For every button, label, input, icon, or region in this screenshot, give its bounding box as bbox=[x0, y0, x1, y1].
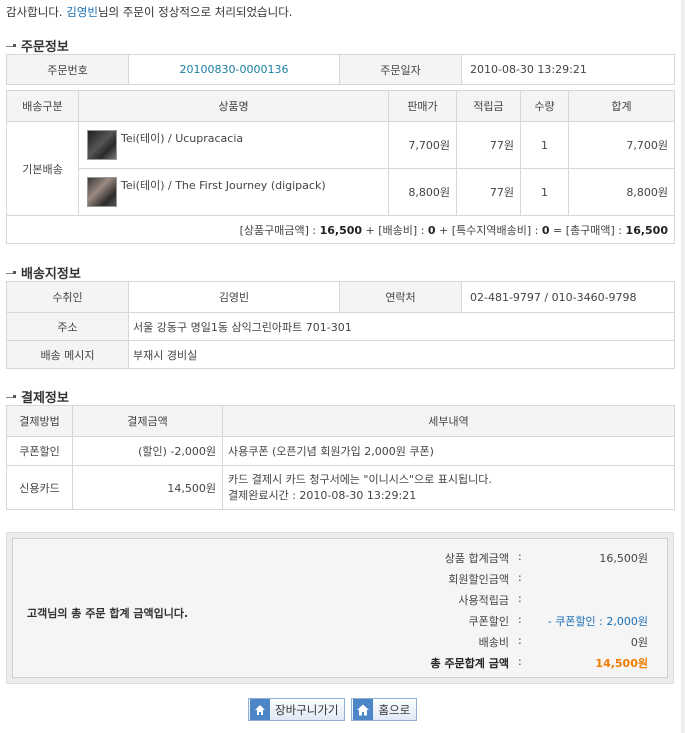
payment-info-table: 결제방법 결제금액 세부내역 쿠폰할인 (할인) -2,000원 사용쿠폰 (오… bbox=[6, 405, 675, 510]
total-value-shipping: 0원 bbox=[630, 636, 648, 649]
total-colon: : bbox=[518, 592, 522, 605]
customer-name: 김영빈 bbox=[66, 5, 98, 19]
section-bullet-icon bbox=[6, 268, 16, 277]
total-value-goods: 16,500원 bbox=[599, 552, 648, 565]
go-home-button[interactable]: 홈으로 bbox=[351, 698, 418, 721]
order-total-inner: 고객님의 총 주문 합계 금액입니다. 상품 합계금액 : 16,500원 회원… bbox=[12, 538, 668, 678]
pay-detail-line: 사용쿠폰 (오픈기념 회원가입 2,000원 쿠폰) bbox=[228, 445, 434, 458]
message-value: 부재시 경비실 bbox=[128, 340, 675, 369]
pay-header-detail: 세부내역 bbox=[222, 405, 675, 437]
product-price: 7,700원 bbox=[388, 121, 457, 169]
go-to-cart-button[interactable]: 장바구니가기 bbox=[248, 698, 346, 721]
table-row: Tei(테이) / The First Journey (digipack) 8… bbox=[7, 168, 675, 216]
pay-method: 쿠폰할인 bbox=[6, 436, 73, 466]
thanks-prefix: 감사합니다. bbox=[6, 5, 67, 19]
total-value-grand: 14,500원 bbox=[595, 657, 648, 670]
delivery-type: 기본배송 bbox=[6, 121, 79, 216]
product-name-link[interactable]: Tei(테이) / Ucupracacia bbox=[121, 130, 243, 146]
thanks-message: 감사합니다. 김영빈님의 주문이 정상적으로 처리되었습니다. bbox=[6, 4, 292, 20]
product-qty: 1 bbox=[520, 168, 569, 216]
order-total-box: 고객님의 총 주문 합계 금액입니다. 상품 합계금액 : 16,500원 회원… bbox=[6, 532, 674, 684]
order-info-title: 주문정보 bbox=[6, 36, 69, 55]
summary-goods-label: [상품구매금액] : bbox=[239, 223, 320, 237]
product-points: 77원 bbox=[456, 168, 521, 216]
order-date-label: 주문일자 bbox=[339, 54, 462, 85]
table-row: 신용카드 14,500원 카드 결제시 카드 청구서에는 "이니시스"으로 표시… bbox=[6, 465, 675, 510]
order-info-title-text: 주문정보 bbox=[21, 40, 69, 55]
col-header-delivery: 배송구분 bbox=[6, 90, 79, 122]
order-no-label: 주문번호 bbox=[6, 54, 129, 85]
pay-amount: 14,500원 bbox=[72, 465, 223, 510]
table-row: 기본배송 Tei(테이) / Ucupracacia 7,700원 77원 1 … bbox=[6, 121, 675, 216]
total-label-grand: 총 주문합계 금액 bbox=[430, 657, 510, 670]
summary-ship-label: + [배송비] : bbox=[362, 223, 428, 237]
pay-amount: (할인) -2,000원 bbox=[72, 436, 223, 466]
product-price: 8,800원 bbox=[388, 168, 457, 216]
product-thumbnail[interactable] bbox=[87, 177, 117, 207]
payment-info-title: 결제정보 bbox=[6, 387, 69, 406]
total-label-points: 사용적립금 bbox=[458, 594, 509, 607]
product-thumbnail[interactable] bbox=[87, 130, 117, 160]
product-qty: 1 bbox=[520, 121, 569, 169]
product-cell: Tei(테이) / Ucupracacia bbox=[78, 121, 389, 169]
col-header-total: 합계 bbox=[568, 90, 675, 122]
receiver-label: 수취인 bbox=[6, 281, 129, 313]
total-label-coupon: 쿠폰할인 bbox=[468, 615, 509, 628]
home-arrow-icon bbox=[250, 699, 270, 720]
col-header-points: 적립금 bbox=[456, 90, 521, 122]
shipping-info-table: 수취인 김영빈 연락처 02-481-9797 / 010-3460-9798 … bbox=[6, 281, 675, 369]
order-info-table: 주문번호 20100830-0000136 주문일자 2010-08-30 13… bbox=[6, 54, 675, 85]
pay-header-amount: 결제금액 bbox=[72, 405, 223, 437]
pay-complete-time: 결제완료시간 : 2010-08-30 13:29:21 bbox=[228, 488, 417, 502]
order-no-value[interactable]: 20100830-0000136 bbox=[128, 54, 340, 85]
total-label-member-discount: 회원할인금액 bbox=[448, 573, 509, 586]
address-value: 서울 강동구 명일1동 삼익그린아파트 701-301 bbox=[128, 312, 675, 341]
product-total: 7,700원 bbox=[568, 121, 675, 169]
total-colon: : bbox=[518, 571, 522, 584]
col-header-qty: 수량 bbox=[520, 90, 569, 122]
summary-special-label: + [특수지역배송비] : bbox=[435, 223, 542, 237]
address-label: 주소 bbox=[6, 312, 129, 341]
summary-total-label: = [총구매액] : bbox=[549, 223, 626, 237]
table-row: 쿠폰할인 (할인) -2,000원 사용쿠폰 (오픈기념 회원가입 2,000원… bbox=[6, 436, 675, 466]
product-total: 8,800원 bbox=[568, 168, 675, 216]
pay-detail-line: 카드 결제시 카드 청구서에는 "이니시스"으로 표시됩니다. bbox=[228, 472, 492, 486]
house-icon bbox=[353, 699, 374, 720]
product-cell: Tei(테이) / The First Journey (digipack) bbox=[78, 168, 389, 216]
section-bullet-icon bbox=[6, 41, 16, 50]
summary-special-value: 0 bbox=[541, 223, 550, 237]
product-points: 77원 bbox=[456, 121, 521, 169]
shipping-info-title-text: 배송지정보 bbox=[21, 267, 81, 282]
total-value-coupon: - 쿠폰할인 : 2,000원 bbox=[547, 615, 648, 628]
col-header-price: 판매가 bbox=[388, 90, 457, 122]
contact-label: 연락처 bbox=[339, 281, 462, 313]
shipping-info-title: 배송지정보 bbox=[6, 263, 81, 282]
order-date-value: 2010-08-30 13:29:21 bbox=[461, 54, 675, 85]
payment-info-title-text: 결제정보 bbox=[21, 391, 69, 406]
thanks-suffix: 님의 주문이 정상적으로 처리되었습니다. bbox=[97, 5, 293, 19]
receiver-value: 김영빈 bbox=[128, 281, 340, 313]
summary-ship-value: 0 bbox=[427, 223, 436, 237]
col-header-product: 상품명 bbox=[78, 90, 389, 122]
product-name-link[interactable]: Tei(테이) / The First Journey (digipack) bbox=[121, 177, 326, 193]
summary-goods-value: 16,500 bbox=[319, 223, 363, 237]
contact-value: 02-481-9797 / 010-3460-9798 bbox=[461, 281, 675, 313]
go-to-cart-label: 장바구니가기 bbox=[275, 702, 339, 717]
pay-detail: 카드 결제시 카드 청구서에는 "이니시스"으로 표시됩니다. 결제완료시간 :… bbox=[222, 465, 675, 510]
scrollbar-track[interactable] bbox=[681, 0, 685, 733]
go-home-label: 홈으로 bbox=[378, 702, 411, 717]
summary-total-value: 16,500 bbox=[625, 223, 668, 237]
pay-detail: 사용쿠폰 (오픈기념 회원가입 2,000원 쿠폰) bbox=[222, 436, 675, 466]
purchase-summary: [상품구매금액] : 16,500 + [배송비] : 0 + [특수지역배송비… bbox=[6, 215, 675, 244]
total-message: 고객님의 총 주문 합계 금액입니다. bbox=[27, 607, 189, 620]
action-buttons: 장바구니가기 홈으로 bbox=[248, 698, 418, 721]
message-label: 배송 메시지 bbox=[6, 340, 129, 369]
items-table: 배송구분 상품명 판매가 적립금 수량 합계 기본배송 Tei(테이) / Uc… bbox=[6, 90, 675, 244]
section-bullet-icon bbox=[6, 392, 16, 401]
pay-method: 신용카드 bbox=[6, 465, 73, 510]
total-label-goods: 상품 합계금액 bbox=[444, 552, 509, 565]
total-label-shipping: 배송비 bbox=[478, 636, 509, 649]
pay-header-method: 결제방법 bbox=[6, 405, 73, 437]
